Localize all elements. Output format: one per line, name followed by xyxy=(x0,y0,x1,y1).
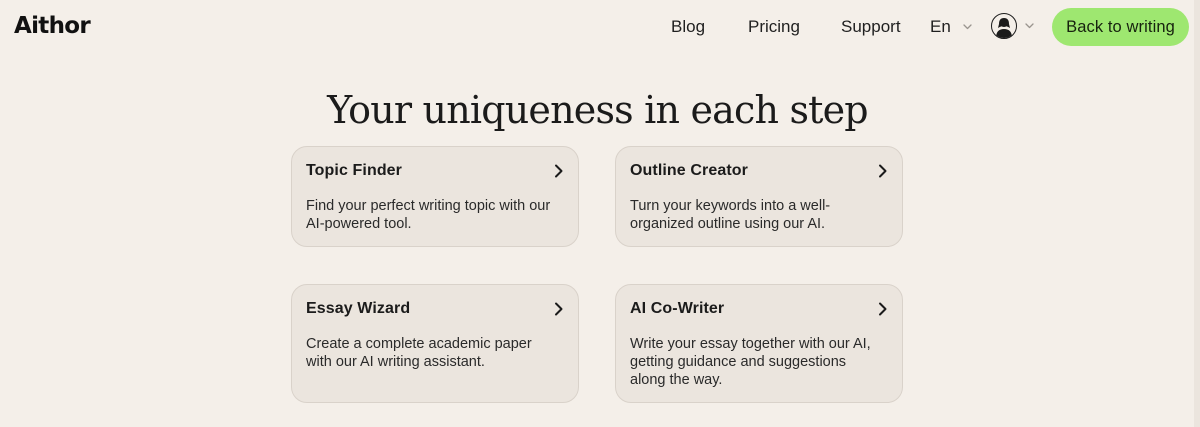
card-description: Create a complete academic paper with ou… xyxy=(306,336,532,370)
feature-card-outline-creator[interactable]: Outline Creator Turn your keywords into … xyxy=(615,146,903,247)
card-title: Outline Creator xyxy=(630,162,748,179)
nav-support-link[interactable]: Support xyxy=(841,17,901,37)
chevron-right-icon xyxy=(554,164,564,178)
language-label: En xyxy=(930,17,951,36)
card-description: Turn your keywords into a well-organized… xyxy=(630,198,831,232)
logo[interactable]: Aithor xyxy=(14,11,91,41)
card-title: AI Co-Writer xyxy=(630,300,725,317)
card-title: Essay Wizard xyxy=(306,300,411,317)
back-to-writing-button[interactable]: Back to writing xyxy=(1052,8,1189,46)
language-selector[interactable]: En xyxy=(930,17,972,37)
user-avatar-icon xyxy=(996,18,1012,38)
chevron-right-icon xyxy=(554,302,564,316)
nav-pricing-link[interactable]: Pricing xyxy=(748,17,800,37)
card-description: Write your essay together with our AI, g… xyxy=(630,336,871,388)
feature-card-essay-wizard[interactable]: Essay Wizard Create a complete academic … xyxy=(291,284,579,403)
page-heading: Your uniqueness in each step xyxy=(327,88,868,133)
card-title: Topic Finder xyxy=(306,162,403,179)
chevron-down-icon xyxy=(963,24,972,30)
chevron-right-icon xyxy=(878,302,888,316)
chevron-right-icon xyxy=(878,164,888,178)
chevron-down-icon xyxy=(1025,23,1034,29)
card-description: Find your perfect writing topic with our… xyxy=(306,198,551,232)
top-navigation: Aithor Blog Pricing Support En Back to w… xyxy=(0,0,1200,54)
avatar xyxy=(991,13,1017,39)
nav-blog-link[interactable]: Blog xyxy=(671,17,705,37)
account-menu[interactable] xyxy=(991,13,1034,39)
scrollbar[interactable] xyxy=(1194,0,1200,427)
feature-card-topic-finder[interactable]: Topic Finder Find your perfect writing t… xyxy=(291,146,579,247)
feature-card-ai-co-writer[interactable]: AI Co-Writer Write your essay together w… xyxy=(615,284,903,403)
